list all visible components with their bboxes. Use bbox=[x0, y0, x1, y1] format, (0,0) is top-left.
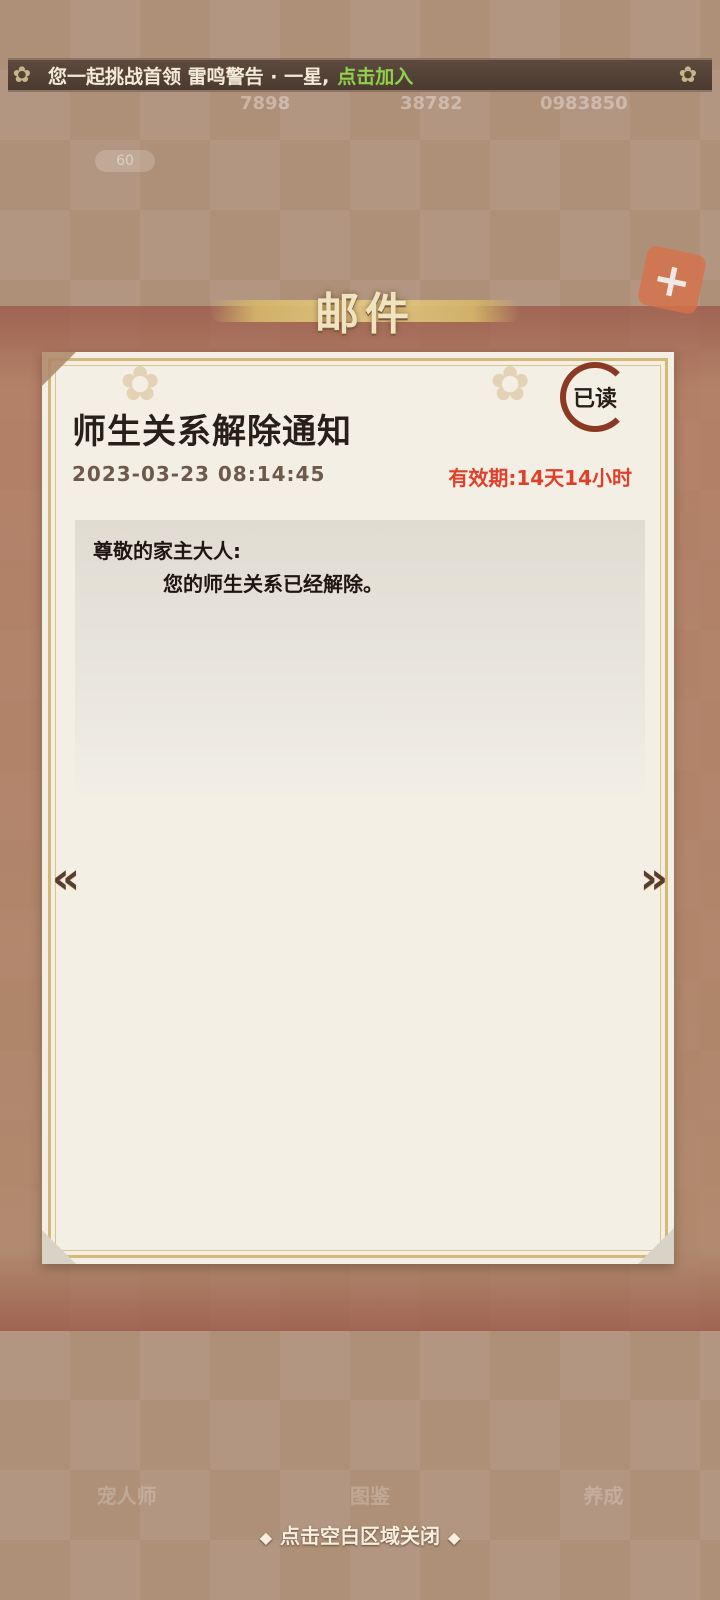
sakura-icon: ✿ bbox=[12, 62, 32, 88]
plus-icon: + bbox=[636, 244, 708, 316]
mail-title: 师生关系解除通知 bbox=[72, 412, 352, 452]
close-hint-label: 点击空白区域关闭 bbox=[280, 1524, 440, 1548]
diamond-icon: ◆ bbox=[259, 1528, 272, 1547]
bg-nav-label: 图鉴 bbox=[349, 1484, 390, 1508]
sakura-decoration-icon: ✿ bbox=[490, 356, 531, 412]
close-hint[interactable]: ◆ 点击空白区域关闭 ◆ bbox=[0, 1520, 720, 1549]
mail-date: 2023-03-23 08:14:45 bbox=[72, 462, 326, 486]
bg-resource-3: 0983850 bbox=[540, 93, 628, 114]
bg-resource-2: 38782 bbox=[400, 93, 463, 114]
announcement-banner[interactable]: ✿ 您一起挑战首领 雷鸣警告 · 一星, 点击加入 ✿ bbox=[8, 58, 712, 92]
mail-validity: 有效期:14天14小时 bbox=[448, 466, 632, 490]
bg-nav-label: 宠人师 bbox=[96, 1484, 157, 1508]
bg-resource-1: 7898 bbox=[240, 93, 291, 114]
mail-body: 您的师生关系已经解除。 bbox=[163, 572, 383, 596]
background-nav: 宠人师 图鉴 养成 bbox=[0, 1480, 720, 1509]
banner-message: 您一起挑战首领 雷鸣警告 · 一星, bbox=[48, 65, 330, 88]
chevron-left-icon[interactable]: « bbox=[46, 853, 86, 904]
mail-content: 尊敬的家主大人: 您的师生关系已经解除。 bbox=[75, 520, 645, 794]
paper-fold-corner bbox=[42, 1230, 76, 1264]
paper-border-inner bbox=[55, 365, 661, 1251]
paper-fold-corner bbox=[638, 1228, 674, 1264]
read-status: 已读 bbox=[572, 387, 617, 412]
paper-fold-corner bbox=[42, 352, 76, 386]
read-stamp: 已读 bbox=[560, 362, 630, 432]
mail-greeting: 尊敬的家主大人: bbox=[93, 539, 241, 563]
bg-level-badge: 60 bbox=[95, 150, 155, 172]
join-link[interactable]: 点击加入 bbox=[337, 62, 413, 89]
diamond-icon: ◆ bbox=[448, 1528, 461, 1547]
page-title: 邮件 bbox=[315, 289, 415, 340]
sakura-icon: ✿ bbox=[678, 62, 698, 88]
bg-nav-label: 养成 bbox=[583, 1484, 624, 1508]
chevron-right-icon[interactable]: » bbox=[634, 853, 674, 904]
panel-header: 邮件 bbox=[190, 270, 540, 350]
